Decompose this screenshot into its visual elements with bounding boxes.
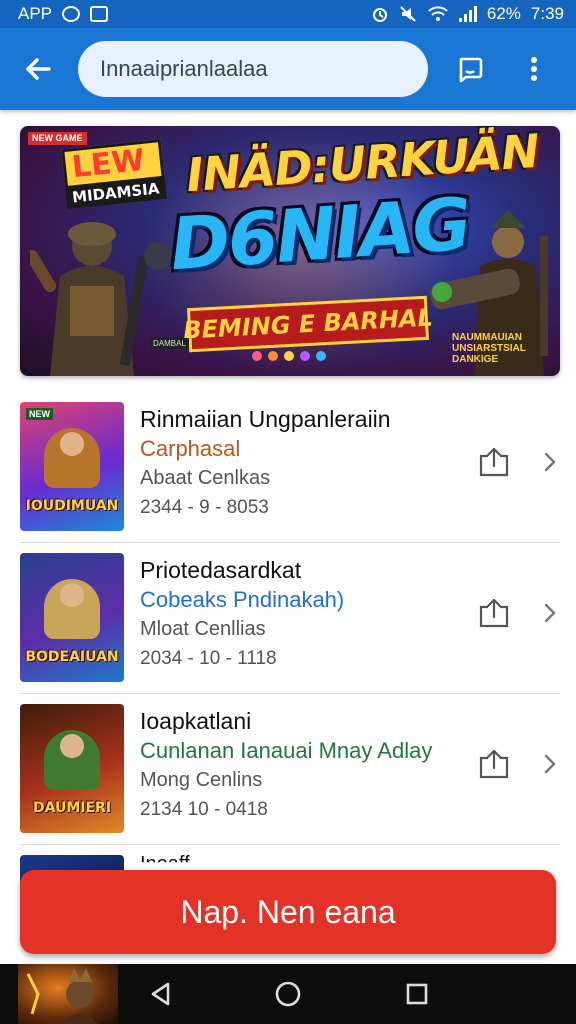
alarm-icon <box>372 8 387 22</box>
primary-action-button[interactable]: Nap. Nen eana <box>20 870 556 954</box>
item-subtitle: Cobeaks Pndinakah) <box>140 587 345 612</box>
item-subtitle: Cunlanan Ianauai Mnay Adlay <box>140 738 433 763</box>
item-meta: Mong Cenlins <box>140 769 263 791</box>
home-circle-icon <box>275 981 301 1007</box>
share-button[interactable] <box>476 595 512 631</box>
share-button[interactable] <box>476 444 512 480</box>
status-app-label: APP <box>18 4 53 23</box>
carousel-dot[interactable] <box>252 351 262 361</box>
more-vert-icon <box>531 57 537 81</box>
thumbnail-character-head <box>60 432 84 456</box>
chevron-right-icon <box>544 754 556 774</box>
item-date: 2344 - 9 - 8053 <box>140 497 269 518</box>
nav-home-button[interactable] <box>272 978 304 1010</box>
recents-square-icon <box>406 983 428 1005</box>
carousel-dot[interactable] <box>268 351 278 361</box>
back-triangle-icon <box>151 982 170 1006</box>
item-title: Priotedasardkat <box>140 557 302 583</box>
item-meta: Abaat Cenlkas <box>140 467 271 489</box>
chat-notification-icon <box>62 6 81 22</box>
list-item[interactable]: DAUMIERI Ioapkatlani Cunlanan Ianauai Mn… <box>20 694 560 845</box>
game-thumbnail: BODEAIUAN <box>20 553 124 682</box>
recent-app-thumbnail[interactable] <box>18 964 118 1024</box>
thumbnail-title: DAUMIERI <box>32 800 112 816</box>
item-meta: Mloat Cenllias <box>140 618 266 640</box>
app-bar: Innaaiprianlaalaa <box>0 28 576 110</box>
chat-bubble-icon <box>459 57 483 83</box>
nav-recents-button[interactable] <box>401 978 433 1010</box>
carousel-dot[interactable] <box>316 351 326 361</box>
hero-soldier-illustration <box>30 222 172 376</box>
thumbnail-character-head <box>60 734 84 758</box>
item-title: Ioapkatlani <box>140 708 252 734</box>
thumbnail-character <box>44 579 100 639</box>
chat-button[interactable] <box>448 47 492 91</box>
carousel-dot[interactable] <box>300 351 310 361</box>
mute-icon <box>400 6 416 22</box>
system-nav-bar <box>0 964 576 1024</box>
carousel-dots[interactable] <box>252 351 326 361</box>
game-thumbnail: DAUMIERI <box>20 704 124 833</box>
item-subtitle: Carphasal <box>140 436 241 461</box>
share-icon <box>479 447 509 477</box>
item-title: Rinmaiian Ungpanleraiin <box>140 406 391 432</box>
thumbnail-character-head <box>60 583 84 607</box>
item-date: 2034 - 10 - 1118 <box>140 648 277 669</box>
more-options-button[interactable] <box>512 47 556 91</box>
signal-icon <box>458 6 477 22</box>
wifi-icon <box>428 6 448 21</box>
nav-back-button[interactable] <box>145 978 177 1010</box>
battery-percent: 62% <box>486 4 521 23</box>
chevron-right-icon <box>544 452 556 472</box>
chevron-right-icon <box>544 603 556 623</box>
open-item-button[interactable] <box>538 448 562 476</box>
banner-subtitle: BEMING E BARHAL <box>182 303 434 345</box>
open-item-button[interactable] <box>538 750 562 778</box>
status-bar: APP 62% 7:39 <box>0 0 576 28</box>
share-icon <box>479 598 509 628</box>
thumbnail-tag: NEW <box>26 408 53 420</box>
clock: 7:39 <box>530 4 564 23</box>
list-item[interactable]: NEW IOUDIMUAN Rinmaiian Ungpanleraiin Ca… <box>20 392 560 543</box>
thumbnail-title: IOUDIMUAN <box>25 498 119 514</box>
open-item-button[interactable] <box>538 599 562 627</box>
screen: APP 62% 7:39 Innaaiprianlaalaa NEW GAME … <box>0 0 576 1024</box>
search-field[interactable]: Innaaiprianlaalaa <box>78 41 428 97</box>
carousel-dot[interactable] <box>284 351 294 361</box>
warrior-thumbnail-illustration <box>26 968 98 1024</box>
thumbnail-title: BODEAIUAN <box>25 649 119 665</box>
search-value: Innaaiprianlaalaa <box>100 56 268 81</box>
image-notification-icon <box>90 6 109 22</box>
share-icon <box>479 749 509 779</box>
game-list: NEW IOUDIMUAN Rinmaiian Ungpanleraiin Ca… <box>20 392 560 895</box>
item-date: 2134 10 - 0418 <box>140 799 268 820</box>
share-button[interactable] <box>476 746 512 782</box>
banner-fine-print-right: NAUMMAUIAN UNSIARSTSIAL DANKIGE <box>452 332 526 365</box>
new-badge: NEW GAME <box>28 132 87 145</box>
promo-banner[interactable]: NEW GAME LEW MIDAMSIA INÄD:URKUÄN D6NIAG… <box>20 126 560 376</box>
back-button[interactable] <box>14 45 62 93</box>
thumbnail-character <box>44 730 100 790</box>
thumbnail-character <box>44 428 100 488</box>
game-thumbnail: NEW IOUDIMUAN <box>20 402 124 531</box>
arrow-back-icon <box>26 58 51 80</box>
banner-logo: LEW MIDAMSIA <box>61 138 167 210</box>
banner-fine-print-left: DAMBAL <box>150 338 189 349</box>
list-item[interactable]: BODEAIUAN Priotedasardkat Cobeaks Pndina… <box>20 543 560 694</box>
